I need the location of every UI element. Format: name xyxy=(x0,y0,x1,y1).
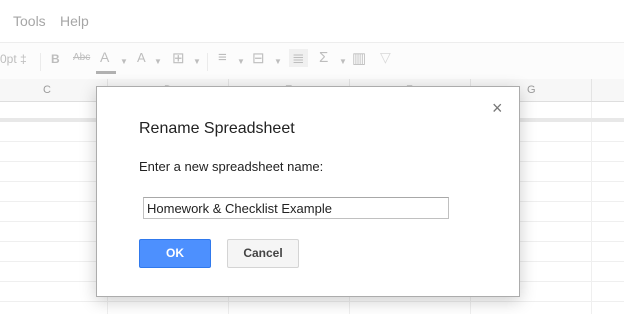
rename-dialog: Rename Spreadsheet × Enter a new spreads… xyxy=(96,86,520,297)
spreadsheet-name-input[interactable] xyxy=(143,197,449,219)
close-icon[interactable]: × xyxy=(492,99,503,117)
ok-button[interactable]: OK xyxy=(139,239,211,268)
dialog-prompt: Enter a new spreadsheet name: xyxy=(139,159,324,174)
cancel-button[interactable]: Cancel xyxy=(227,239,299,268)
dialog-title: Rename Spreadsheet xyxy=(139,120,295,137)
